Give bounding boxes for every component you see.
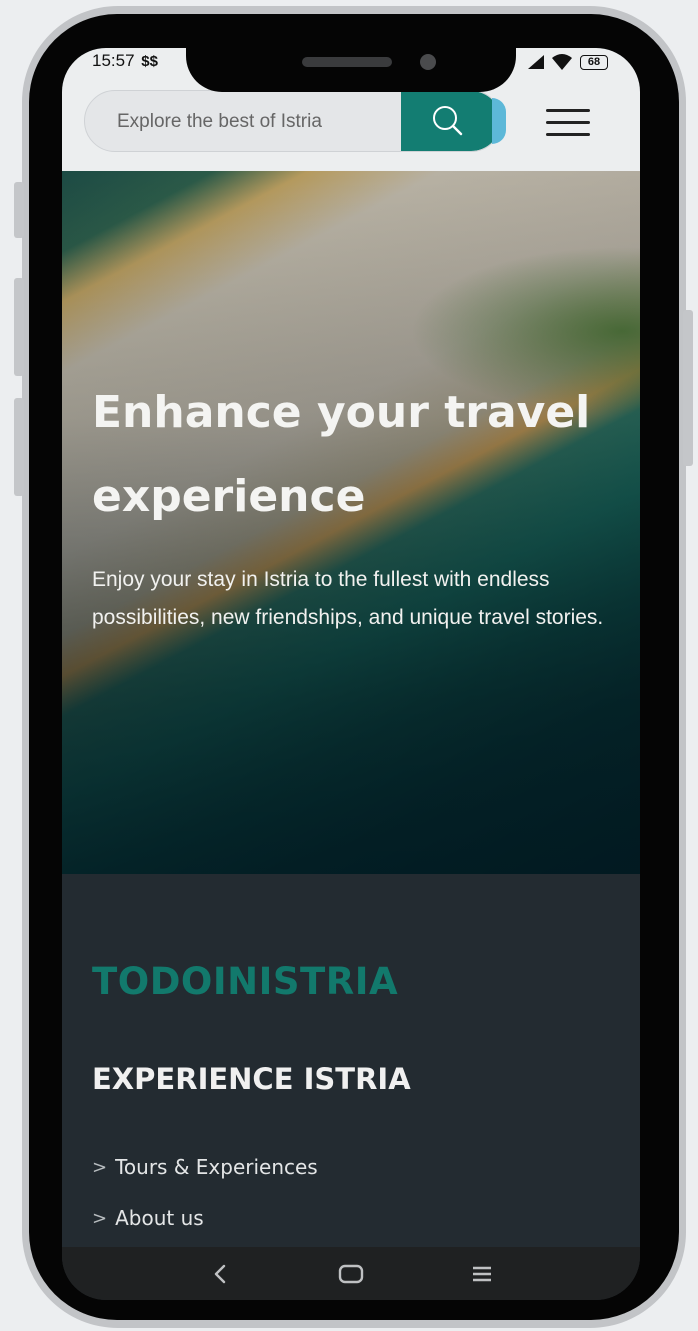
chevron-right-icon: > [92,1156,108,1178]
footer-link-label: Tours & Experiences [115,1155,318,1179]
hero-title: Enhance your travel experience [92,387,591,522]
chevron-right-icon: > [92,1207,108,1229]
site-footer: TODOINISTRIA EXPERIENCE ISTRIA > Tours &… [62,874,640,1247]
back-icon[interactable] [200,1257,240,1291]
phone-volume-up-button [14,278,24,376]
section-title: EXPERIENCE ISTRIA [92,1062,411,1096]
hero-section: Enhance your travel experience Enjoy you… [62,171,640,874]
status-icons: 68 [528,52,608,72]
search-button[interactable] [401,91,501,151]
front-camera [420,54,436,70]
phone-power-button [683,310,693,466]
hero-text: Enjoy your stay in Istria to the fullest… [92,568,604,629]
footer-link-tours[interactable]: > Tours & Experiences [92,1155,318,1179]
battery-level: 68 [587,55,601,68]
signal-icon [528,55,544,69]
menu-line [546,109,590,112]
system-navigation-bar [62,1247,640,1300]
menu-line [546,121,590,124]
status-time: 15:57 $$ [92,51,158,71]
phone-speaker [302,57,392,67]
search-input[interactable] [115,91,419,151]
phone-notch [186,14,516,92]
home-icon[interactable] [331,1257,371,1291]
search-icon [433,106,463,136]
recents-icon[interactable] [462,1257,502,1291]
phone-side-button [14,182,24,238]
sync-icon: $$ [141,53,158,70]
status-time-text: 15:57 [92,51,135,70]
brand-logo[interactable]: TODOINISTRIA [92,960,398,1003]
menu-line [546,133,590,136]
search-bar [84,90,502,152]
battery-icon: 68 [580,54,608,70]
wifi-icon [552,54,572,70]
phone-volume-down-button [14,398,24,496]
footer-link-label: About us [115,1206,204,1230]
hamburger-menu-icon[interactable] [546,109,590,139]
search-button-accent [492,98,506,144]
footer-link-about[interactable]: > About us [92,1206,204,1230]
phone-screen: 15:57 $$ 68 Explore the best of Istria E… [62,48,640,1300]
